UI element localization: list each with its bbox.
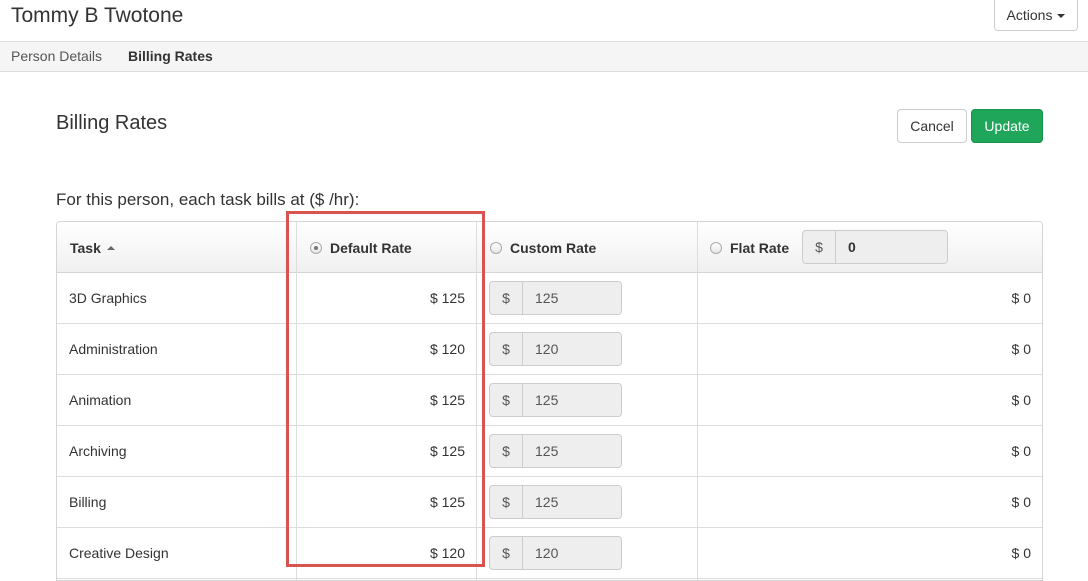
currency-addon: $ xyxy=(490,435,523,467)
custom-rate-input[interactable]: 125 xyxy=(523,384,621,416)
table-row: 3D Graphics $ 125 $ 125 $ 0 xyxy=(57,273,1042,324)
table-row: Archiving $ 125 $ 125 $ 0 xyxy=(57,426,1042,477)
custom-rate-label: Custom Rate xyxy=(510,239,597,256)
person-name-title: Tommy B Twotone xyxy=(11,4,184,27)
table-row: Administration $ 120 $ 120 $ 0 xyxy=(57,324,1042,375)
section-title: Billing Rates xyxy=(56,112,168,134)
task-name: Creative Design xyxy=(69,545,169,561)
cancel-button[interactable]: Cancel xyxy=(897,109,967,143)
currency-addon: $ xyxy=(490,384,523,416)
task-header-label: Task xyxy=(70,239,101,256)
custom-rate-input[interactable]: 125 xyxy=(523,435,621,467)
flat-rate-value: $ 0 xyxy=(1011,494,1031,510)
currency-addon: $ xyxy=(490,282,523,314)
flat-rate-label: Flat Rate xyxy=(730,239,790,256)
update-button[interactable]: Update xyxy=(971,109,1043,143)
currency-addon: $ xyxy=(490,333,523,365)
sort-ascending-icon xyxy=(106,245,115,250)
billing-rates-table: Task Default Rate Custom Rate Flat Rate … xyxy=(56,221,1043,581)
custom-rate-input-group[interactable]: $ 125 xyxy=(489,383,622,417)
custom-rate-input[interactable]: 120 xyxy=(523,333,621,365)
custom-rate-input[interactable]: 125 xyxy=(523,486,621,518)
custom-rate-input-group[interactable]: $ 125 xyxy=(489,485,622,519)
flat-rate-value: $ 0 xyxy=(1011,392,1031,408)
page-header: Tommy B Twotone Actions xyxy=(0,0,1088,42)
default-rate-value: $ 125 xyxy=(429,443,465,459)
default-rate-header: Default Rate xyxy=(310,222,412,273)
table-row: Creative Design $ 120 $ 120 $ 0 xyxy=(57,528,1042,579)
flat-rate-input[interactable]: 0 xyxy=(836,231,947,263)
tab-billing-rates[interactable]: Billing Rates xyxy=(128,42,213,71)
custom-rate-input-group[interactable]: $ 120 xyxy=(489,536,622,570)
task-name: Billing xyxy=(69,494,107,510)
tab-bar: Person Details Billing Rates xyxy=(0,41,1088,72)
flat-rate-radio[interactable] xyxy=(710,241,722,254)
currency-addon: $ xyxy=(490,486,523,518)
default-rate-radio[interactable] xyxy=(310,241,322,254)
custom-rate-radio[interactable] xyxy=(490,241,502,254)
default-rate-value: $ 120 xyxy=(429,545,465,561)
flat-rate-value: $ 0 xyxy=(1011,443,1031,459)
custom-rate-input[interactable]: 120 xyxy=(523,537,621,569)
custom-rate-input[interactable]: 125 xyxy=(523,282,621,314)
flat-rate-value: $ 0 xyxy=(1011,290,1031,306)
default-rate-label: Default Rate xyxy=(330,239,412,256)
flat-rate-value: $ 0 xyxy=(1011,341,1031,357)
tab-person-details[interactable]: Person Details xyxy=(11,42,102,71)
caret-down-icon xyxy=(1057,14,1066,18)
task-name: Animation xyxy=(69,392,132,408)
custom-rate-input-group[interactable]: $ 125 xyxy=(489,434,622,468)
custom-rate-input-group[interactable]: $ 125 xyxy=(489,281,622,315)
actions-label: Actions xyxy=(1006,7,1053,23)
custom-rate-header: Custom Rate xyxy=(490,222,596,273)
rates-intro-text: For this person, each task bills at ($ /… xyxy=(56,190,360,209)
default-rate-value: $ 120 xyxy=(429,341,465,357)
task-name: Administration xyxy=(69,341,158,357)
table-header: Task Default Rate Custom Rate Flat Rate … xyxy=(57,222,1042,273)
actions-dropdown-button[interactable]: Actions xyxy=(994,0,1078,31)
table-row: Billing $ 125 $ 125 $ 0 xyxy=(57,477,1042,528)
flat-rate-input-group[interactable]: $ 0 xyxy=(802,230,948,264)
flat-rate-currency-addon: $ xyxy=(803,231,836,263)
default-rate-value: $ 125 xyxy=(429,392,465,408)
task-name: Archiving xyxy=(69,443,127,459)
flat-rate-header: Flat Rate xyxy=(710,222,789,273)
task-name: 3D Graphics xyxy=(69,290,147,306)
default-rate-value: $ 125 xyxy=(429,290,465,306)
flat-rate-value: $ 0 xyxy=(1011,545,1031,561)
custom-rate-input-group[interactable]: $ 120 xyxy=(489,332,622,366)
default-rate-value: $ 125 xyxy=(429,494,465,510)
task-column-header[interactable]: Task xyxy=(70,222,115,273)
table-row: Animation $ 125 $ 125 $ 0 xyxy=(57,375,1042,426)
currency-addon: $ xyxy=(490,537,523,569)
